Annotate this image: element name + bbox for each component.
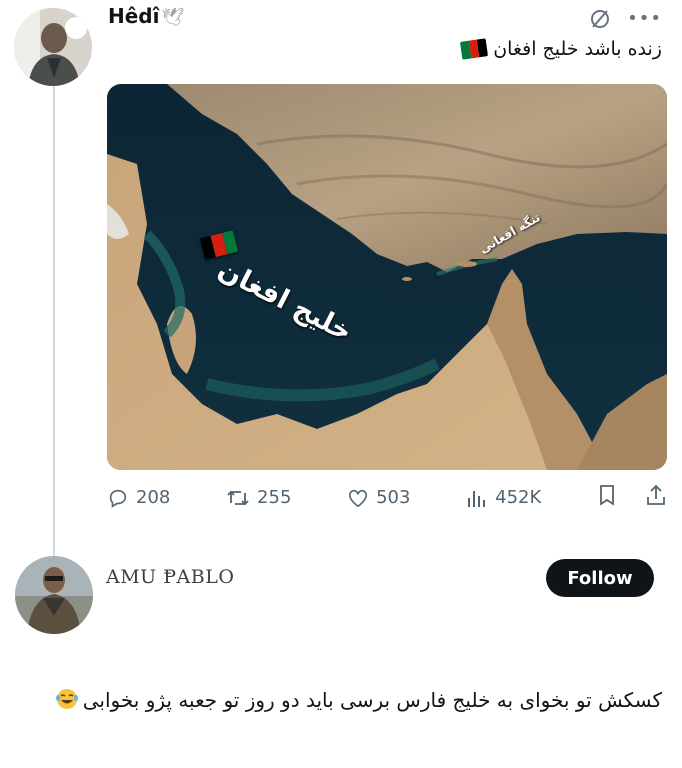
- tweet-text-content: زنده باشد خلیج افغان: [493, 38, 662, 60]
- reply-icon: [109, 489, 127, 508]
- reply-button[interactable]: 208: [107, 487, 170, 509]
- views-count: 452K: [495, 487, 542, 508]
- follow-button[interactable]: Follow: [546, 559, 654, 597]
- grok-icon[interactable]: [589, 8, 611, 30]
- reply-author-name[interactable]: AMU ⱣABLO: [106, 566, 234, 588]
- author-avatar[interactable]: [14, 8, 92, 86]
- author-name-text: Hêdî: [108, 4, 160, 28]
- bookmark-icon: [600, 485, 614, 506]
- share-button[interactable]: [645, 484, 667, 511]
- retweet-count: 255: [257, 487, 292, 508]
- reply-count: 208: [136, 487, 171, 508]
- like-button[interactable]: 503: [347, 487, 410, 508]
- thread-line: [53, 86, 55, 556]
- heart-icon: [349, 489, 368, 507]
- analytics-icon: [468, 490, 486, 507]
- bookmark-button[interactable]: [597, 484, 617, 511]
- retweet-button[interactable]: 255: [226, 487, 291, 509]
- dove-emoji: 🕊: [161, 7, 185, 28]
- more-options-icon[interactable]: •••: [627, 10, 662, 28]
- like-count: 503: [376, 487, 411, 508]
- share-icon: [647, 484, 665, 505]
- retweet-icon: [227, 490, 249, 505]
- satellite-map: [107, 84, 667, 470]
- reply-text-content: کسکش تو بخوای به خلیج فارس برسی باید دو …: [82, 688, 662, 712]
- tweet-map-image[interactable]: خلیج افغان تنگه افغانی: [107, 84, 667, 470]
- afghanistan-flag-icon: [460, 38, 489, 60]
- laughing-tears-emoji-icon: [55, 684, 79, 709]
- reply-text: کسکش تو بخوای به خلیج فارس برسی باید دو …: [20, 680, 662, 720]
- tweet-action-bar: 208 255 503 452K: [107, 484, 667, 511]
- tweet-action-right: [597, 484, 667, 511]
- reply-avatar-image: [15, 556, 93, 634]
- author-avatar-image: [14, 8, 92, 86]
- tweet-text: زنده باشد خلیج افغان: [460, 38, 662, 60]
- tweet-top-actions: •••: [589, 8, 662, 30]
- author-name[interactable]: Hêdî 🕊: [108, 4, 184, 28]
- reply-author-avatar[interactable]: [15, 556, 93, 634]
- views-button[interactable]: 452K: [466, 487, 541, 508]
